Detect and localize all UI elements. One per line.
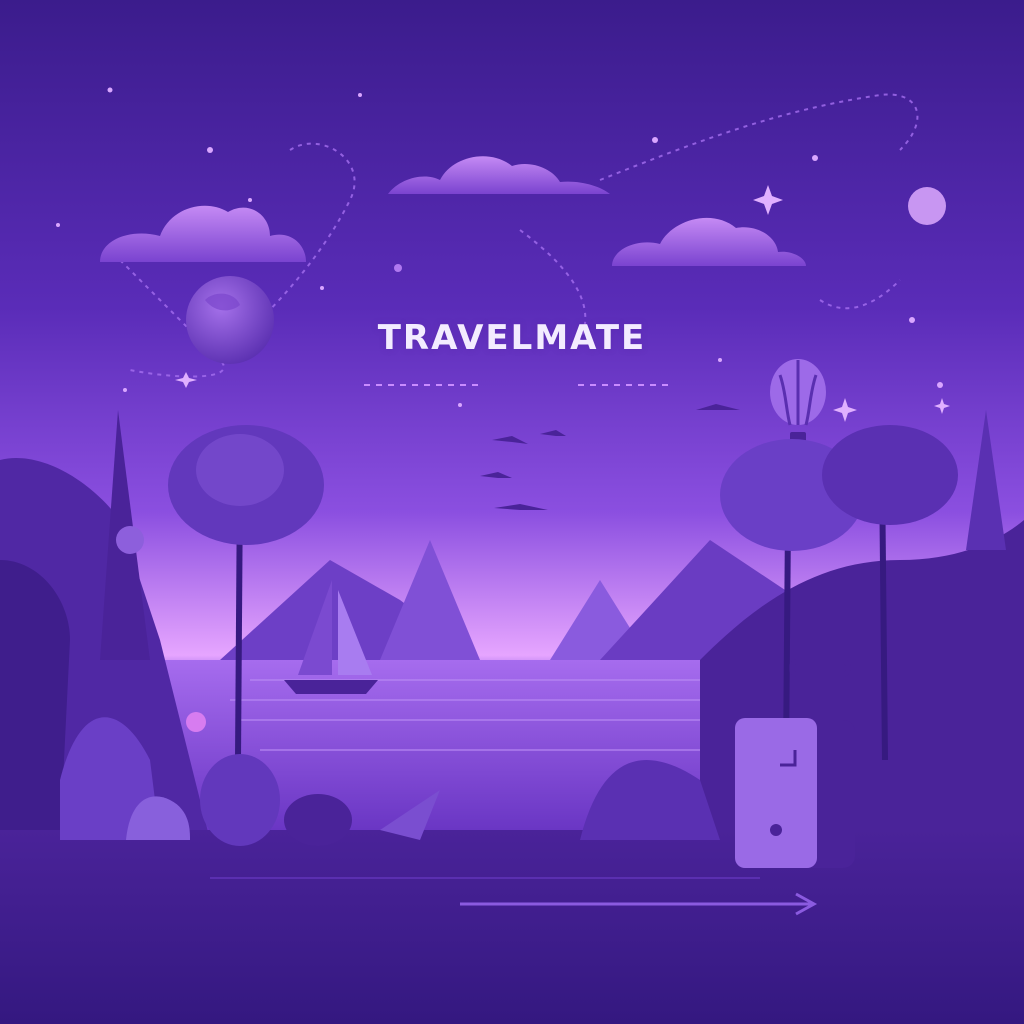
travel-scene-illustration [0, 0, 1024, 1024]
foreground-ground [0, 830, 1024, 1024]
brand-title: TRAVELMATE [377, 318, 647, 358]
moon-icon [908, 187, 946, 225]
